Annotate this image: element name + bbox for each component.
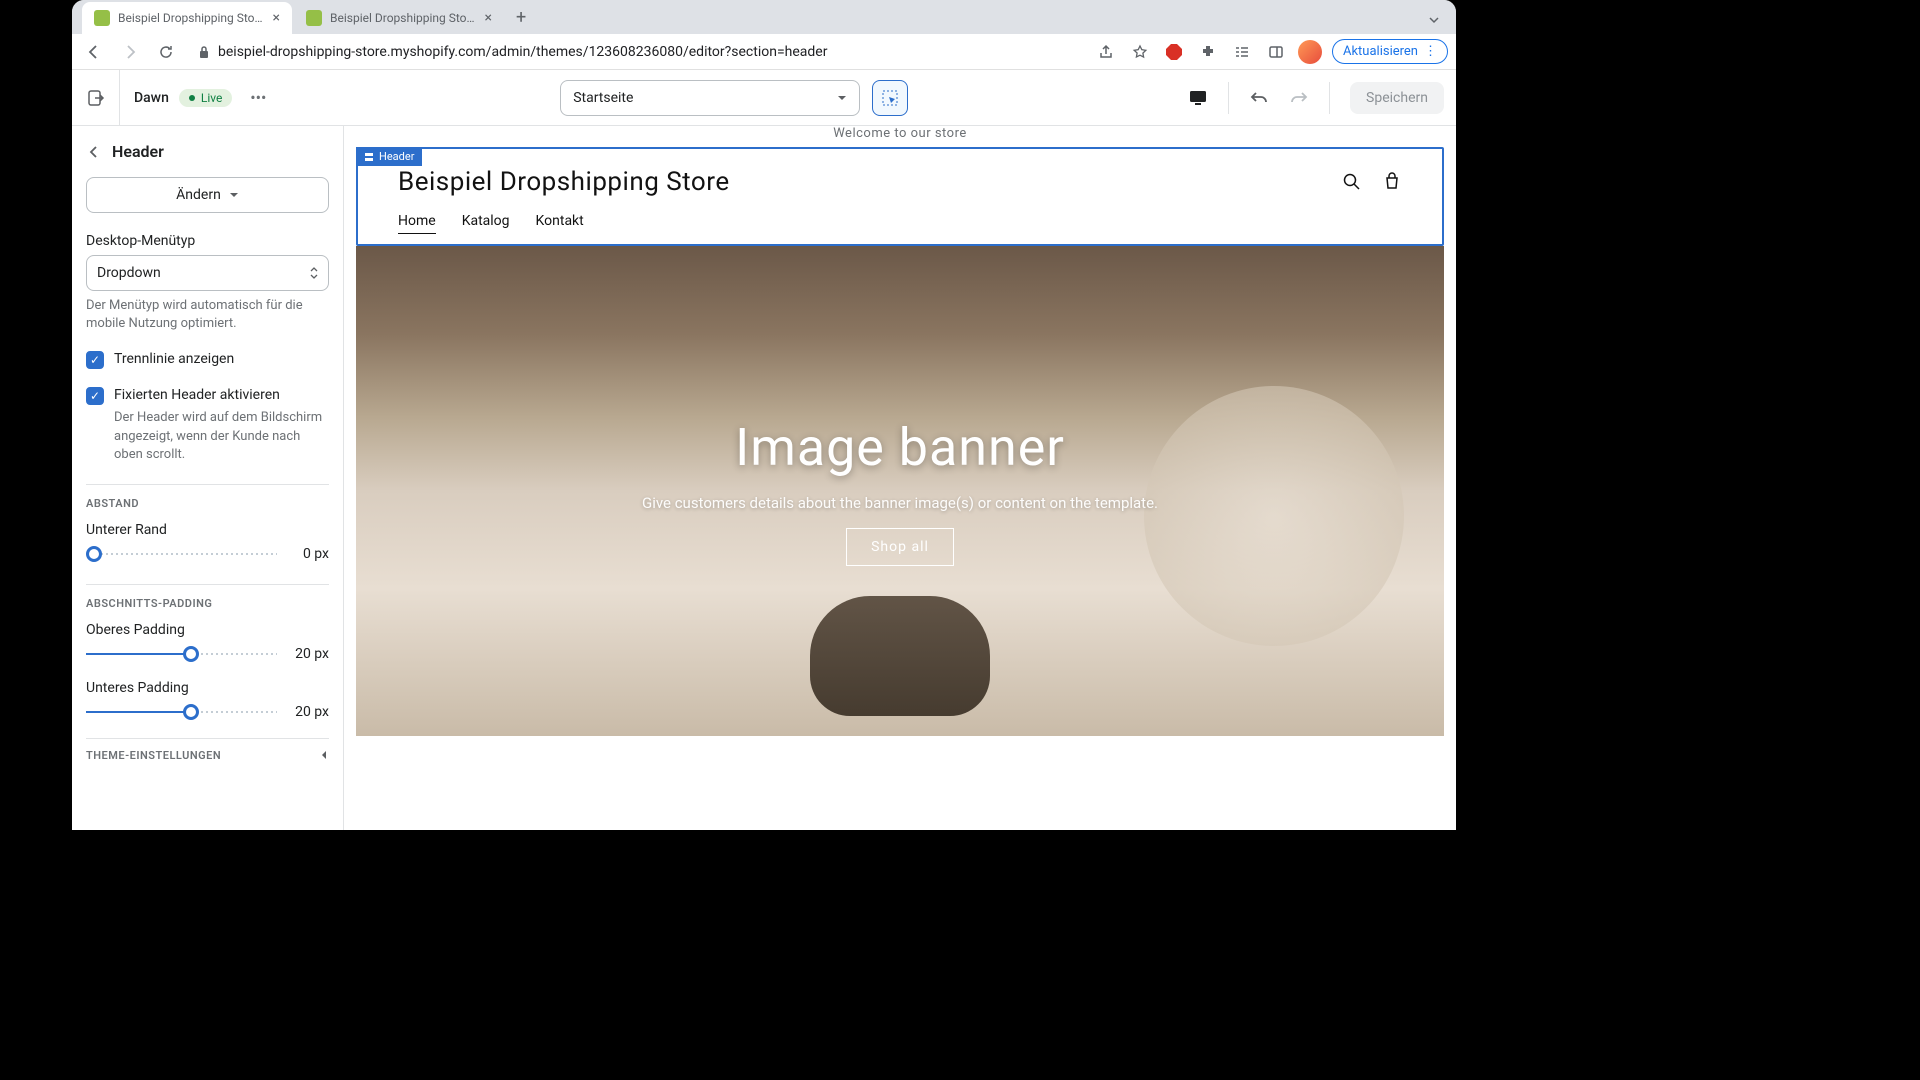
store-nav: Home Katalog Kontakt — [398, 213, 1402, 234]
inspector-toggle[interactable] — [872, 80, 908, 116]
sidebar-title: Header — [112, 142, 164, 161]
toolbar-icons: Aktualisieren ⋮ — [1094, 39, 1448, 64]
profile-avatar[interactable] — [1298, 40, 1322, 64]
close-icon[interactable]: × — [273, 10, 280, 26]
change-menu-button[interactable]: Ändern — [86, 177, 329, 213]
redo-button[interactable] — [1281, 80, 1317, 116]
adblock-icon[interactable] — [1162, 40, 1186, 64]
reading-list-icon[interactable] — [1230, 40, 1254, 64]
editor-topbar: Dawn Live ••• Startseite Speichern — [72, 70, 1456, 126]
bottom-margin-slider[interactable] — [86, 544, 277, 564]
store-title: Beispiel Dropshipping Store — [398, 167, 730, 197]
url-text: beispiel-dropshipping-store.myshopify.co… — [218, 44, 827, 60]
more-horizontal-icon[interactable]: ••• — [242, 82, 274, 114]
back-arrow-icon[interactable] — [86, 144, 102, 160]
show-divider-label: Trennlinie anzeigen — [114, 351, 234, 367]
bottom-padding-slider[interactable] — [86, 702, 277, 722]
bottom-padding-label: Unteres Padding — [86, 680, 329, 696]
close-icon[interactable]: × — [485, 10, 492, 26]
bottom-margin-label: Unterer Rand — [86, 522, 329, 538]
banner-decoration — [1144, 386, 1404, 646]
theme-settings-toggle[interactable]: THEME-EINSTELLUNGEN — [86, 738, 329, 772]
shop-all-button[interactable]: Shop all — [846, 528, 954, 566]
section-padding-heading: ABSCHNITTS-PADDING — [86, 597, 329, 610]
search-icon[interactable] — [1342, 172, 1362, 192]
tab-label: Beispiel Dropshipping Store · E — [330, 11, 477, 25]
preview-canvas: Welcome to our store Header Beispiel Dro… — [344, 126, 1456, 830]
share-icon[interactable] — [1094, 40, 1118, 64]
caret-down-icon — [229, 190, 239, 200]
tab-label: Beispiel Dropshipping Store · D — [118, 11, 265, 25]
show-divider-checkbox[interactable]: ✓ — [86, 351, 104, 369]
top-padding-label: Oberes Padding — [86, 622, 329, 638]
new-tab-button[interactable]: + — [506, 1, 536, 34]
live-badge: Live — [179, 89, 232, 107]
undo-button[interactable] — [1241, 80, 1277, 116]
browser-toolbar: beispiel-dropshipping-store.myshopify.co… — [72, 34, 1456, 70]
theme-name: Dawn — [134, 90, 169, 106]
top-padding-value: 20 px — [289, 646, 329, 662]
save-button[interactable]: Speichern — [1350, 82, 1444, 114]
desktop-view-button[interactable] — [1180, 80, 1216, 116]
exit-editor-button[interactable] — [72, 70, 120, 126]
page-selector[interactable]: Startseite — [560, 80, 860, 116]
caret-down-icon — [837, 93, 847, 103]
forward-button[interactable] — [116, 38, 144, 66]
extensions-icon[interactable] — [1196, 40, 1220, 64]
caret-left-icon — [319, 750, 329, 760]
top-padding-slider[interactable] — [86, 644, 277, 664]
nav-catalog[interactable]: Katalog — [462, 213, 510, 234]
star-icon[interactable] — [1128, 40, 1152, 64]
banner-decoration — [810, 596, 990, 716]
bottom-padding-value: 20 px — [289, 704, 329, 720]
nav-home[interactable]: Home — [398, 213, 436, 234]
section-tag: Header — [356, 147, 422, 166]
banner-subtitle: Give customers details about the banner … — [642, 494, 1158, 512]
sticky-header-checkbox[interactable]: ✓ — [86, 387, 104, 405]
browser-tab-active[interactable]: Beispiel Dropshipping Store · D × — [82, 2, 292, 34]
image-banner: Image banner Give customers details abou… — [356, 246, 1444, 736]
menu-type-select[interactable]: Dropdown — [86, 255, 329, 291]
update-button[interactable]: Aktualisieren ⋮ — [1332, 39, 1448, 64]
shopify-favicon — [94, 10, 110, 26]
settings-sidebar: Header Ändern Desktop-Menütyp Dropdown D… — [72, 126, 344, 830]
divider — [86, 484, 329, 485]
lock-icon — [198, 45, 210, 59]
sticky-header-help: Der Header wird auf dem Bildschirm angez… — [114, 409, 329, 464]
more-vert-icon: ⋮ — [1424, 44, 1437, 59]
chevron-down-icon[interactable] — [1420, 6, 1448, 34]
bottom-margin-value: 0 px — [289, 546, 329, 562]
menu-type-label: Desktop-Menütyp — [86, 233, 329, 249]
cart-icon[interactable] — [1382, 172, 1402, 192]
reload-button[interactable] — [152, 38, 180, 66]
address-bar[interactable]: beispiel-dropshipping-store.myshopify.co… — [188, 44, 1086, 60]
header-section-outline[interactable]: Header Beispiel Dropshipping Store Home … — [356, 147, 1444, 246]
spacing-heading: ABSTAND — [86, 497, 329, 510]
banner-title: Image banner — [735, 417, 1065, 478]
nav-contact[interactable]: Kontakt — [536, 213, 584, 234]
section-icon — [364, 152, 374, 162]
browser-tab-strip: Beispiel Dropshipping Store · D × Beispi… — [72, 0, 1456, 34]
shopify-favicon — [306, 10, 322, 26]
back-button[interactable] — [80, 38, 108, 66]
browser-tab-inactive[interactable]: Beispiel Dropshipping Store · E × — [294, 2, 504, 34]
sidepanel-icon[interactable] — [1264, 40, 1288, 64]
theme-info: Dawn Live ••• — [120, 82, 288, 114]
announcement-bar: Welcome to our store — [356, 126, 1444, 147]
sticky-header-label: Fixierten Header aktivieren — [114, 387, 280, 403]
menu-type-help: Der Menütyp wird automatisch für die mob… — [86, 297, 329, 333]
select-arrows-icon — [310, 267, 318, 279]
divider — [86, 584, 329, 585]
